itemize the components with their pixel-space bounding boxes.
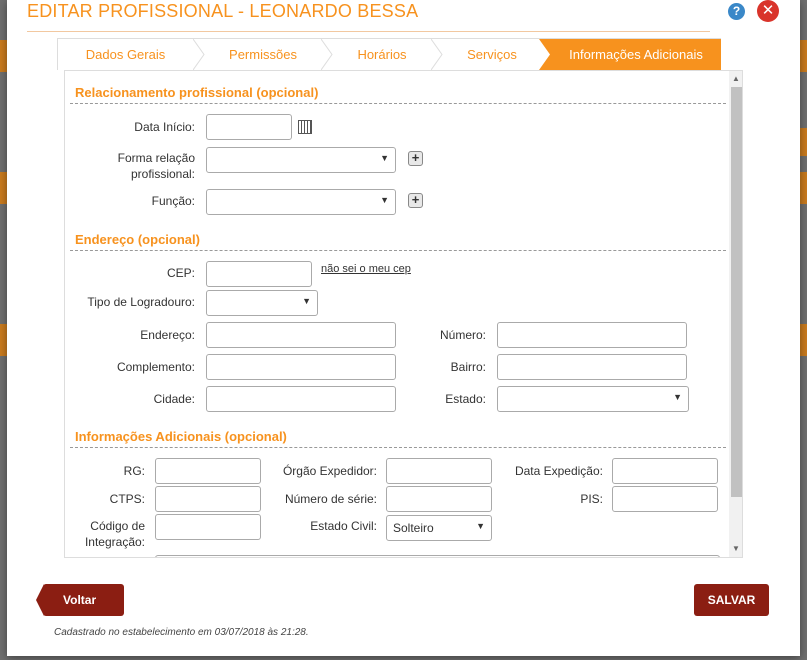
ctps-label: CTPS: [109, 492, 145, 506]
pis-input[interactable] [612, 486, 718, 512]
estado-civil-value: Solteiro [393, 521, 434, 535]
chevron-down-icon: ▼ [380, 195, 389, 205]
funcao-label: Função: [151, 194, 195, 208]
cep-input[interactable] [206, 261, 312, 287]
tab-bar: Dados Gerais Permissões Horários Serviço… [57, 38, 721, 70]
tab-separator [431, 39, 443, 70]
tab-servicos[interactable]: Serviços [443, 39, 541, 70]
data-expedicao-label: Data Expedição: [514, 464, 603, 478]
orgao-expedidor-label: Órgão Expedidor: [282, 464, 377, 478]
tab-permissoes[interactable]: Permissões [205, 39, 321, 70]
add-forma-relacao-button[interactable]: + [408, 151, 423, 166]
chevron-down-icon: ▼ [380, 153, 389, 163]
form-panel: Relacionamento profissional (opcional) D… [64, 70, 743, 558]
dialog-title: EDITAR PROFISSIONAL - LEONARDO BESSA [27, 1, 419, 21]
forma-relacao-select[interactable]: ▼ [206, 147, 396, 173]
bg-strip [800, 40, 807, 72]
panel-scrollbar[interactable]: ▲ ▼ [729, 71, 742, 557]
endereco-label: Endereço: [140, 328, 195, 342]
section-title-relacionamento: Relacionamento profissional (opcional) [75, 85, 319, 100]
section-divider [70, 103, 726, 104]
help-icon[interactable]: ? [728, 3, 745, 20]
forma-relacao-label: Forma relação profissional: [117, 151, 195, 181]
endereco-input[interactable] [206, 322, 396, 348]
tab-separator [539, 39, 551, 70]
close-icon[interactable]: ✕ [757, 0, 779, 22]
numero-serie-input[interactable] [386, 486, 492, 512]
voltar-button[interactable]: Voltar [36, 584, 124, 616]
bg-strip [800, 172, 807, 204]
bg-strip [800, 324, 807, 356]
tipo-logradouro-label: Tipo de Logradouro: [87, 295, 195, 309]
estado-civil-select[interactable]: Solteiro ▼ [386, 515, 492, 541]
scrollbar-thumb[interactable] [731, 87, 742, 497]
data-inicio-input[interactable] [206, 114, 292, 140]
tab-dados-gerais[interactable]: Dados Gerais [58, 39, 193, 70]
footer-timestamp: Cadastrado no estabelecimento em 03/07/2… [54, 627, 309, 638]
orgao-expedidor-input[interactable] [386, 458, 492, 484]
salvar-button[interactable]: SALVAR [694, 584, 769, 616]
calendar-icon[interactable] [298, 120, 312, 134]
ctps-input[interactable] [155, 486, 261, 512]
rg-input[interactable] [155, 458, 261, 484]
add-funcao-button[interactable]: + [408, 193, 423, 208]
section-title-info-adicionais: Informações Adicionais (opcional) [75, 429, 287, 444]
section-divider [70, 250, 726, 251]
codigo-integracao-input[interactable] [155, 514, 261, 540]
section-title-endereco: Endereço (opcional) [75, 232, 200, 247]
cidade-label: Cidade: [153, 392, 195, 406]
tab-horarios[interactable]: Horários [333, 39, 431, 70]
title-divider [27, 31, 710, 32]
complemento-label: Complemento: [116, 360, 195, 374]
pis-label: PIS: [580, 492, 603, 506]
partial-field[interactable] [155, 555, 720, 557]
tab-separator [321, 39, 333, 70]
data-expedicao-input[interactable] [612, 458, 718, 484]
tipo-logradouro-select[interactable]: ▼ [206, 290, 318, 316]
numero-serie-label: Número de série: [284, 492, 377, 506]
chevron-down-icon: ▼ [673, 392, 682, 402]
chevron-down-icon: ▼ [476, 521, 485, 531]
numero-label: Número: [439, 328, 486, 342]
edit-professional-dialog: EDITAR PROFISSIONAL - LEONARDO BESSA ? ✕… [7, 0, 800, 656]
cidade-input[interactable] [206, 386, 396, 412]
bg-strip [800, 128, 807, 156]
chevron-down-icon: ▼ [302, 296, 311, 306]
cep-label: CEP: [166, 266, 195, 280]
funcao-select[interactable]: ▼ [206, 189, 396, 215]
bairro-label: Bairro: [450, 360, 486, 374]
tab-informacoes-adicionais[interactable]: Informações Adicionais [551, 39, 721, 70]
data-inicio-label: Data Início: [134, 120, 195, 134]
bairro-input[interactable] [497, 354, 687, 380]
tab-separator [193, 39, 205, 70]
numero-input[interactable] [497, 322, 687, 348]
scroll-down-icon[interactable]: ▼ [732, 544, 740, 553]
estado-label: Estado: [445, 392, 486, 406]
estado-select[interactable]: ▼ [497, 386, 689, 412]
estado-civil-label: Estado Civil: [310, 519, 377, 533]
codigo-integracao-label: Código de Integração: [84, 519, 145, 549]
rg-label: RG: [123, 464, 145, 478]
scroll-up-icon[interactable]: ▲ [732, 74, 740, 83]
complemento-input[interactable] [206, 354, 396, 380]
section-divider [70, 447, 726, 448]
cep-lookup-link[interactable]: não sei o meu cep [321, 263, 411, 275]
